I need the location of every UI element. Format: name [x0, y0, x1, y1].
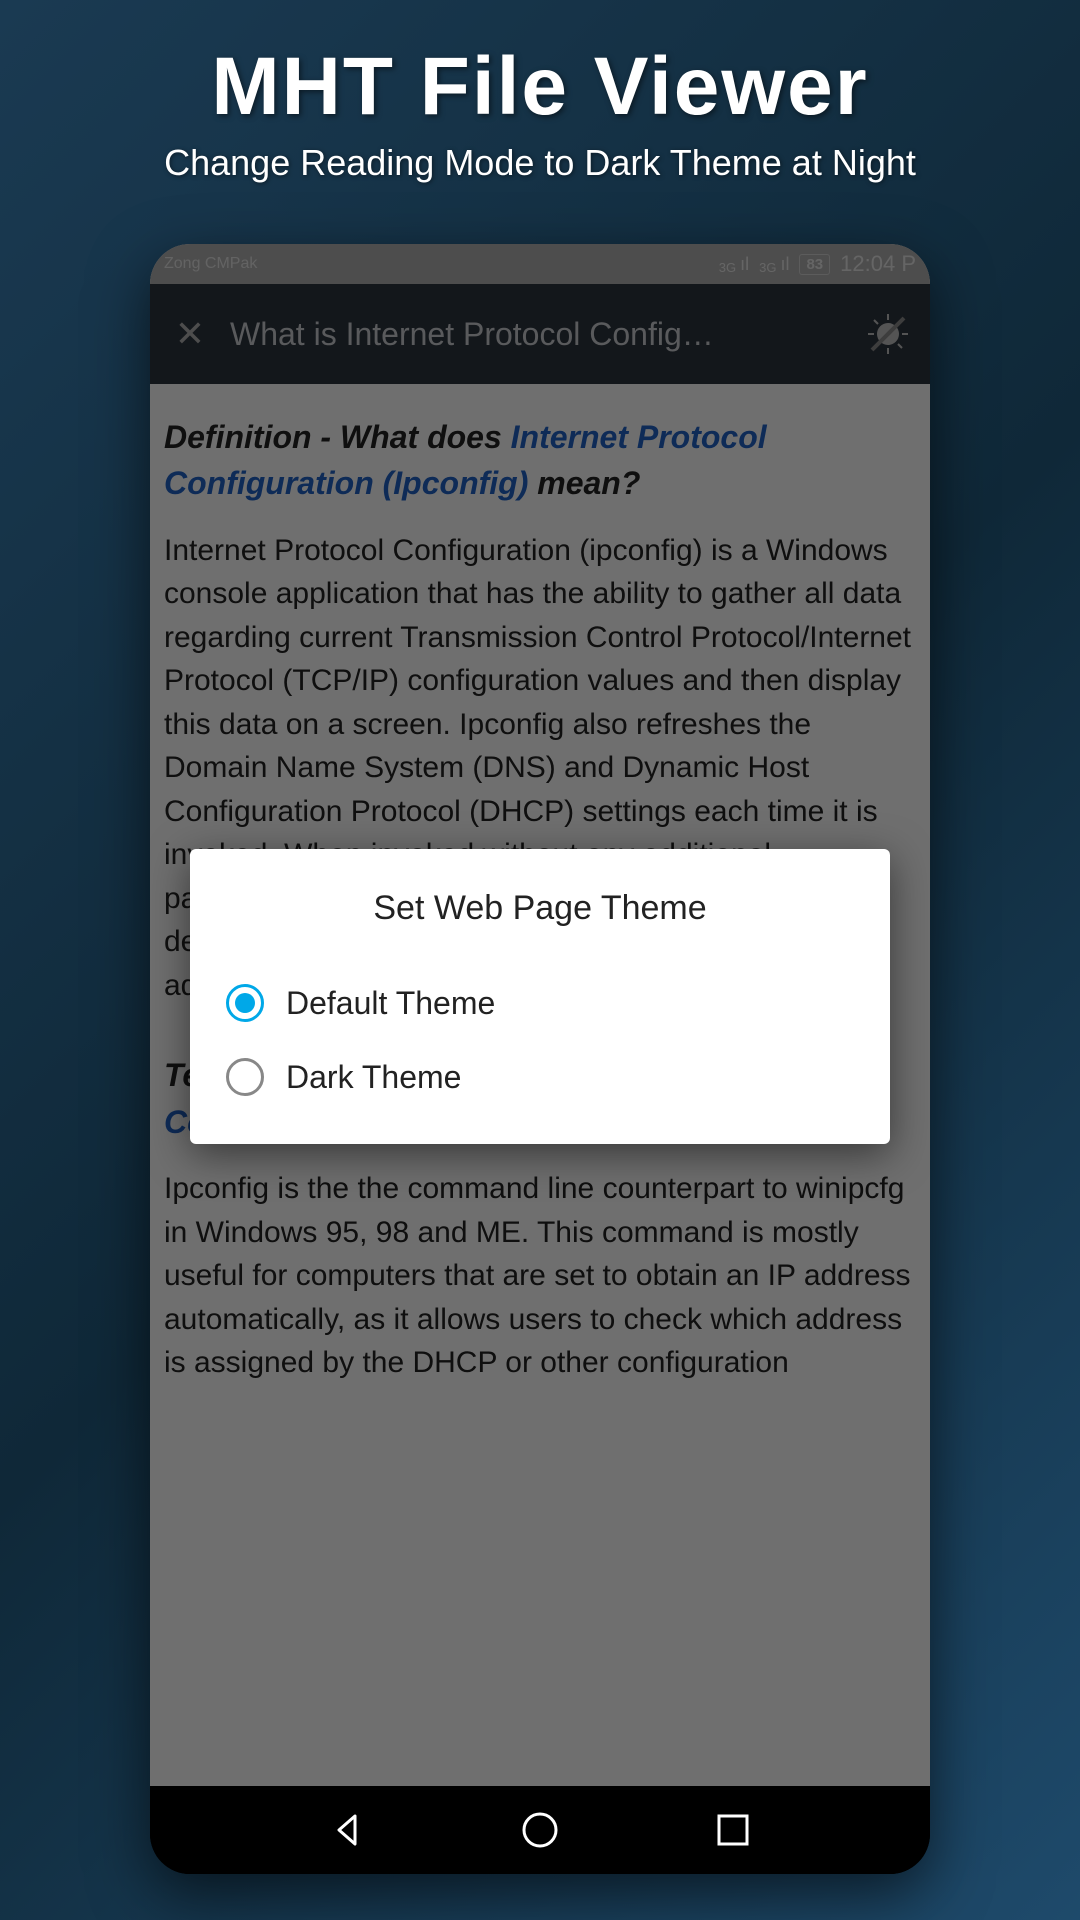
paragraph-2: Ipconfig is the the command line counter…: [164, 1167, 916, 1385]
radio-option-dark[interactable]: Dark Theme: [220, 1040, 860, 1114]
status-bar: Zong CMPak 3G ıl 3G ıl 83 12:04 P: [150, 244, 930, 284]
radio-indicator: [226, 984, 264, 1022]
signal-indicator-2: 3G ıl: [759, 254, 789, 275]
nav-bar: [150, 1786, 930, 1874]
status-right: 3G ıl 3G ıl 83 12:04 P: [719, 251, 916, 277]
phone-screen: Zong CMPak 3G ıl 3G ıl 83 12:04 P ✕ What…: [150, 244, 930, 1786]
heading-prefix: Definition - What does: [164, 419, 511, 455]
close-button[interactable]: ✕: [170, 316, 210, 352]
home-button[interactable]: [518, 1808, 562, 1852]
radio-option-default[interactable]: Default Theme: [220, 966, 860, 1040]
radio-dot-icon: [235, 993, 255, 1013]
theme-toggle-icon[interactable]: [866, 312, 910, 356]
app-bar: ✕ What is Internet Protocol Config…: [150, 284, 930, 384]
battery-indicator: 83: [799, 254, 830, 275]
promo-header: MHT File Viewer Change Reading Mode to D…: [0, 0, 1080, 214]
promo-subtitle: Change Reading Mode to Dark Theme at Nig…: [20, 142, 1060, 184]
radio-label: Default Theme: [286, 985, 495, 1022]
back-button[interactable]: [325, 1808, 369, 1852]
dialog-title: Set Web Page Theme: [220, 889, 860, 928]
radio-indicator: [226, 1058, 264, 1096]
page-title: What is Internet Protocol Config…: [230, 316, 846, 353]
definition-heading: Definition - What does Internet Protocol…: [164, 414, 916, 507]
recent-apps-button[interactable]: [711, 1808, 755, 1852]
promo-title: MHT File Viewer: [20, 40, 1060, 134]
phone-frame: Zong CMPak 3G ıl 3G ıl 83 12:04 P ✕ What…: [150, 244, 930, 1874]
signal-indicator-1: 3G ıl: [719, 254, 749, 275]
radio-label: Dark Theme: [286, 1059, 461, 1096]
status-carrier: Zong CMPak: [164, 255, 257, 273]
status-time: 12:04 P: [840, 251, 916, 277]
heading-suffix: mean?: [528, 465, 640, 501]
theme-dialog: Set Web Page Theme Default Theme Dark Th…: [190, 849, 890, 1144]
